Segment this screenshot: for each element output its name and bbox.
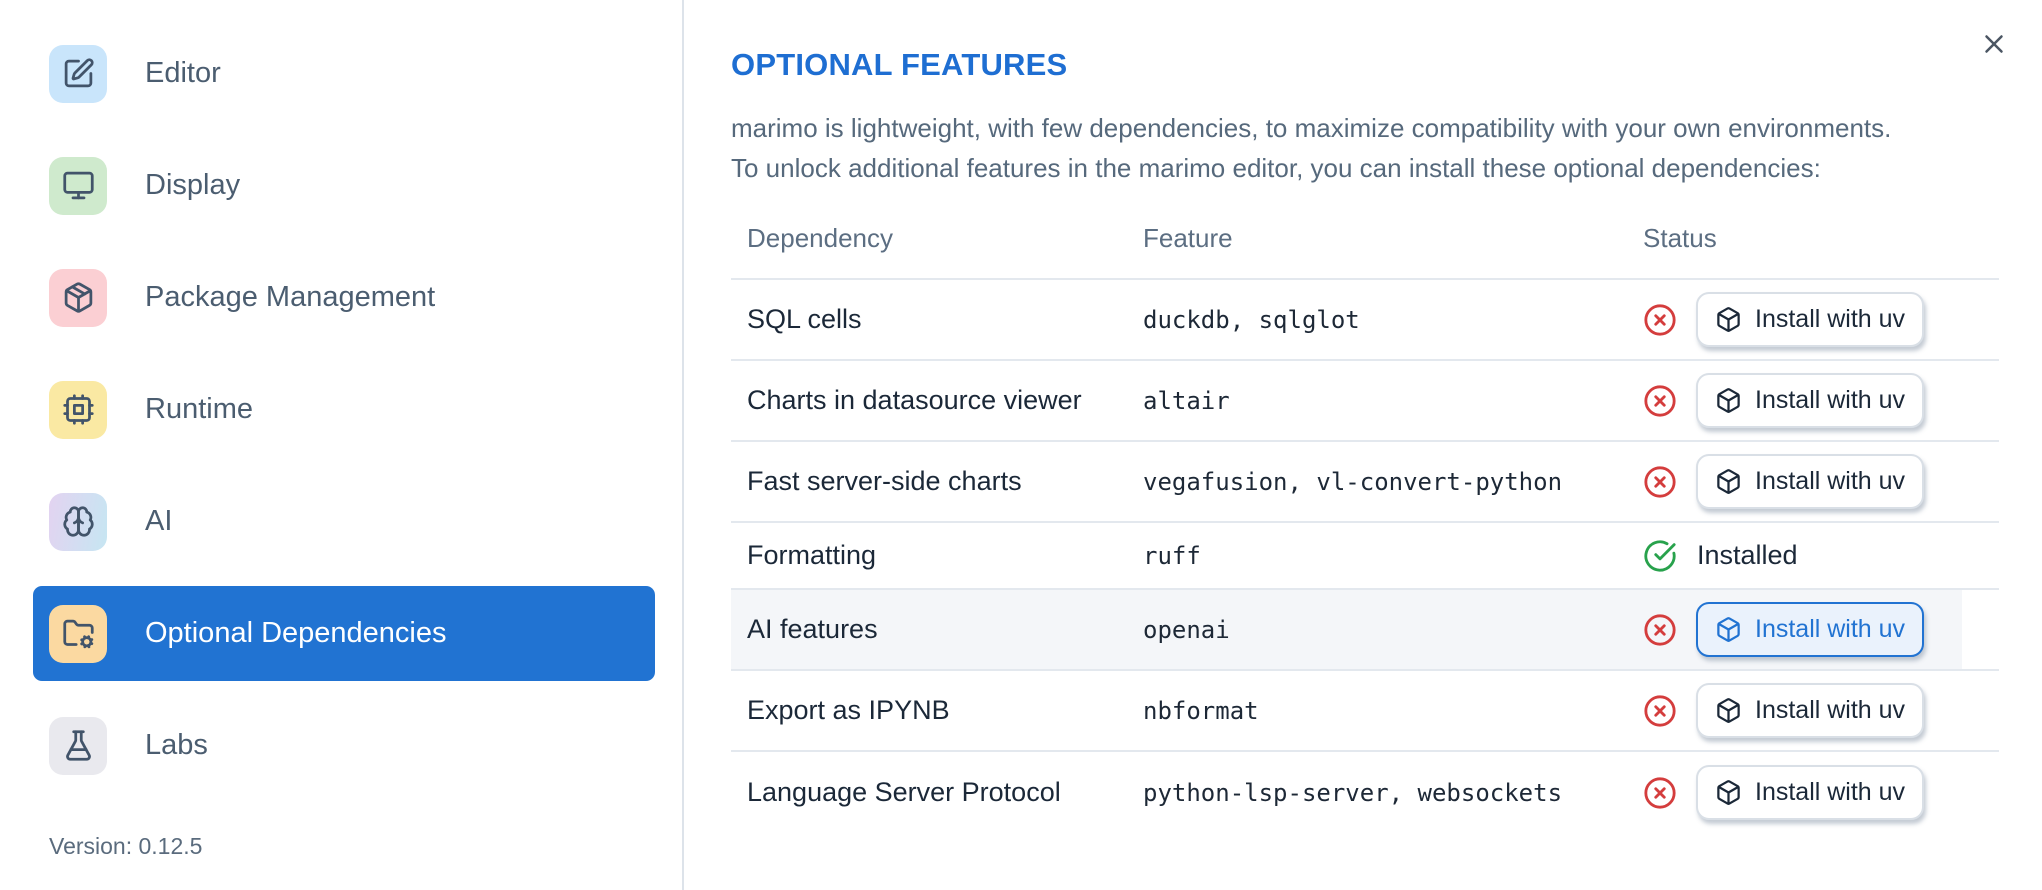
table-row: Export as IPYNB nbformat Install with uv [731,671,1999,752]
sidebar-item-label: Runtime [145,393,253,425]
sidebar-item-labs[interactable]: Labs [33,698,655,793]
table-row: Language Server Protocol python-lsp-serve… [731,752,1999,833]
dependency-table: Dependency Feature Status SQL cells duckd… [731,188,1999,833]
feature-cell: vegafusion, vl-convert-python [1143,467,1563,496]
feature-cell: duckdb, sqlglot [1143,305,1360,334]
table-row: AI features openai Install with uv [731,590,1999,671]
not-installed-x-icon [1643,776,1677,810]
status-cell: Install with uv [1643,292,1999,347]
install-button-label: Install with uv [1755,386,1906,414]
feature-cell: altair [1143,386,1230,415]
table-header-row: Dependency Feature Status [731,188,1999,280]
install-button-label: Install with uv [1755,615,1906,643]
flask-icon [49,716,107,775]
table-row: Formatting ruff Installed [731,523,1999,590]
monitor-icon [49,156,107,215]
status-cell: Install with uv [1643,683,1999,738]
install-button-label: Install with uv [1755,778,1906,806]
folder-cog-icon [49,604,107,663]
feature-cell: openai [1143,615,1230,644]
install-button-label: Install with uv [1755,467,1906,495]
package-icon [49,268,107,327]
dependency-cell: Export as IPYNB [747,695,950,725]
dependency-cell: Formatting [747,540,877,570]
box-icon [1715,306,1742,333]
table-row: Fast server-side charts vegafusion, vl-co… [731,442,1999,523]
install-button-label: Install with uv [1755,696,1906,724]
dependency-table-body: SQL cells duckdb, sqlglot Install with uv C… [731,280,1999,833]
cpu-icon [49,380,107,439]
status-cell: Installed [1643,539,1999,573]
status-cell: Install with uv [1643,765,1999,820]
not-installed-x-icon [1643,303,1677,337]
sidebar-nav: Editor Display Package Management Runtime AI… [0,0,682,793]
square-pen-icon [49,44,107,103]
install-button-label: Install with uv [1755,305,1906,333]
not-installed-x-icon [1643,694,1677,728]
table-row: SQL cells duckdb, sqlglot Install with uv [731,280,1999,361]
sidebar-item-package-management[interactable]: Package Management [33,250,655,345]
box-icon [1715,468,1742,495]
installed-status-label: Installed [1697,540,1798,570]
sidebar-item-display[interactable]: Display [33,138,655,233]
box-icon [1715,697,1742,724]
installed-check-icon [1643,539,1677,573]
close-button[interactable] [1977,27,2011,61]
panel-description-line2: To unlock additional features in the mar… [731,153,1821,183]
sidebar-item-label: Editor [145,57,221,89]
status-cell: Install with uv [1643,602,1999,657]
dependency-cell: SQL cells [747,304,862,334]
settings-dialog: Editor Display Package Management Runtime AI… [0,0,2042,890]
box-icon [1715,779,1742,806]
sidebar-item-label: Display [145,169,241,201]
not-installed-x-icon [1643,384,1677,418]
sidebar-item-label: Package Management [145,281,436,313]
panel-description: marimo is lightweight, with few dependen… [731,108,1997,188]
not-installed-x-icon [1643,613,1677,647]
dependency-cell: Fast server-side charts [747,466,1022,496]
feature-cell: python-lsp-server, websockets [1143,778,1563,807]
page-title: OPTIONAL FEATURES [731,47,1068,82]
dependency-cell: Charts in datasource viewer [747,385,1082,415]
feature-cell: nbformat [1143,696,1259,725]
sidebar-item-label: AI [145,505,173,537]
sidebar-item-optional-dependencies[interactable]: Optional Dependencies [33,586,655,681]
status-cell: Install with uv [1643,454,1999,509]
status-cell: Install with uv [1643,373,1999,428]
dependency-cell: Language Server Protocol [747,777,1061,807]
install-with-uv-button[interactable]: Install with uv [1696,454,1925,509]
version-label: Version: 0.12.5 [49,833,203,859]
install-with-uv-button[interactable]: Install with uv [1696,292,1925,347]
dependency-cell: AI features [747,614,878,644]
optional-features-panel: OPTIONAL FEATURES marimo is lightweight,… [686,0,2042,890]
install-with-uv-button[interactable]: Install with uv [1696,765,1925,820]
close-icon [1985,35,2003,53]
install-with-uv-button[interactable]: Install with uv [1696,373,1925,428]
sidebar-item-ai[interactable]: AI [33,474,655,569]
install-with-uv-button[interactable]: Install with uv [1696,683,1925,738]
sidebar-item-label: Optional Dependencies [145,617,447,649]
settings-sidebar: Editor Display Package Management Runtime AI… [0,0,684,890]
sidebar-item-editor[interactable]: Editor [33,26,655,121]
box-icon [1715,616,1742,643]
column-header-dependency: Dependency [747,223,893,253]
sidebar-item-runtime[interactable]: Runtime [33,362,655,457]
install-with-uv-button[interactable]: Install with uv [1696,602,1925,657]
brain-icon [49,492,107,551]
feature-cell: ruff [1143,541,1201,570]
box-icon [1715,387,1742,414]
column-header-status: Status [1643,223,1717,253]
sidebar-item-label: Labs [145,729,208,761]
panel-description-line1: marimo is lightweight, with few dependen… [731,113,1892,143]
not-installed-x-icon [1643,465,1677,499]
column-header-feature: Feature [1143,223,1233,253]
table-row: Charts in datasource viewer altair Install… [731,361,1999,442]
